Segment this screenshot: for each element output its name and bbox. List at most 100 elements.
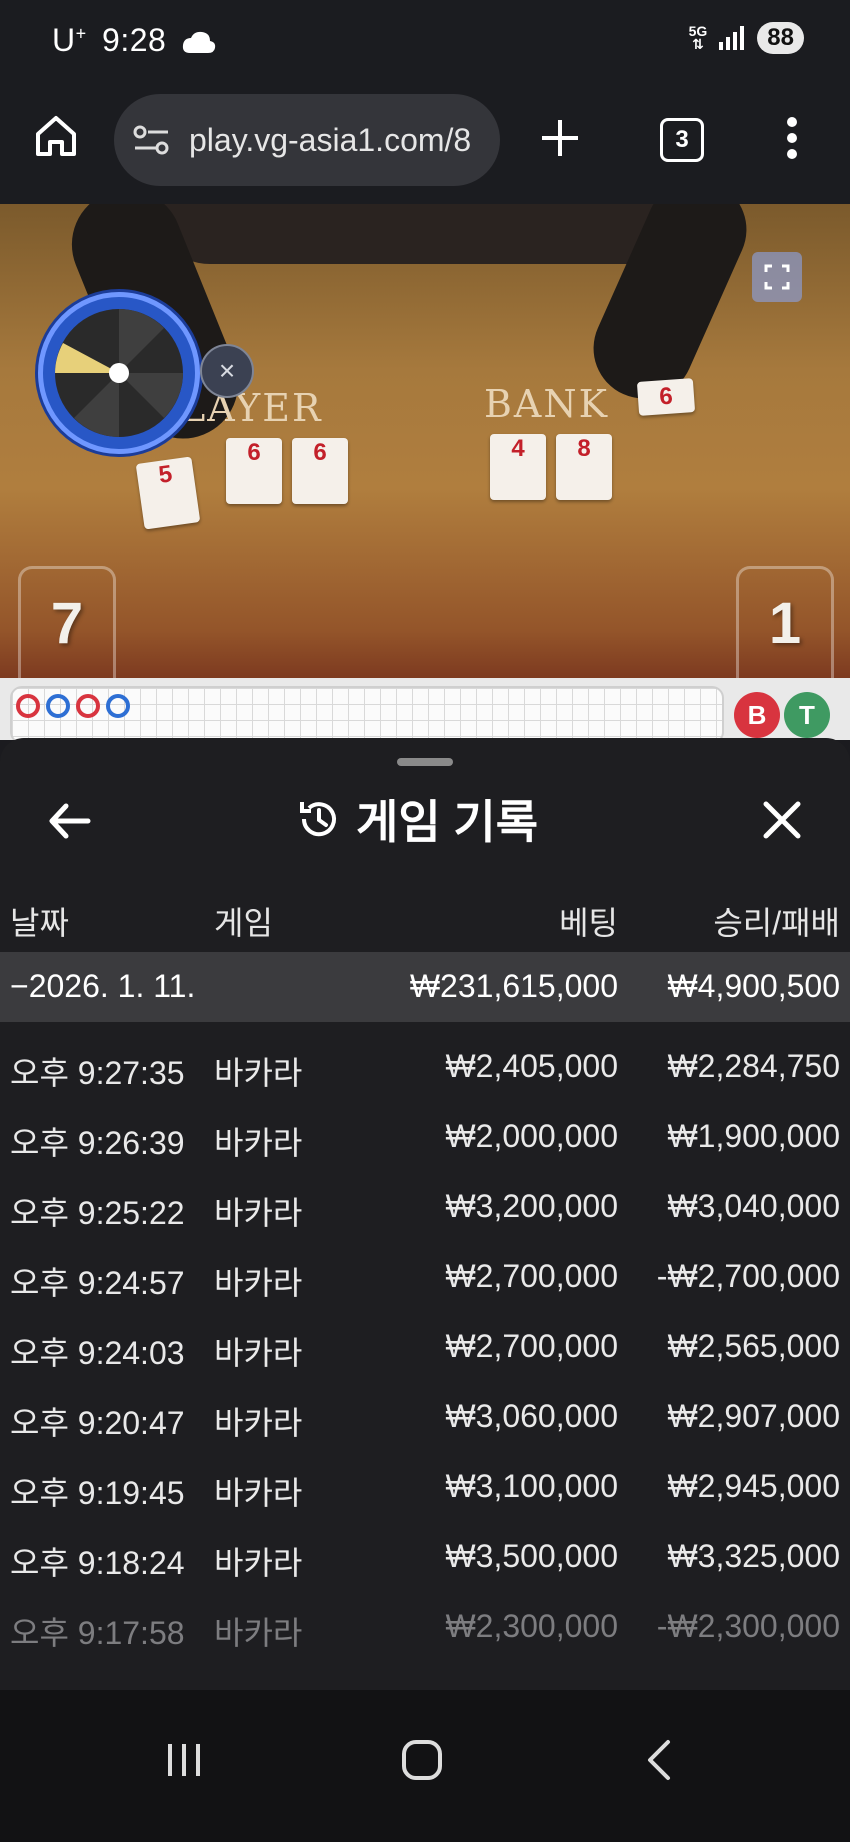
row-time: 오후 9:20:47 xyxy=(10,1405,185,1441)
date-group-winloss: ₩4,900,500 xyxy=(667,968,840,1004)
system-nav-bar xyxy=(0,1690,850,1842)
row-game: 바카라 xyxy=(214,1475,303,1511)
row-game: 바카라 xyxy=(214,1545,303,1581)
row-time: 오후 9:17:58 xyxy=(10,1615,185,1651)
banker-score: 1 xyxy=(736,566,834,678)
new-tab-icon[interactable] xyxy=(540,118,580,158)
wheel-icon xyxy=(55,309,183,437)
carrier-sup: + xyxy=(75,23,87,44)
banker-area-label: BANK xyxy=(484,382,610,426)
row-winloss: -₩2,700,000 xyxy=(656,1258,840,1294)
recent-apps-icon[interactable] xyxy=(164,1740,204,1780)
site-settings-icon[interactable] xyxy=(132,122,172,158)
row-bet: ₩3,100,000 xyxy=(445,1468,618,1504)
col-bet: 베팅 xyxy=(559,905,618,941)
bonus-wheel[interactable] xyxy=(38,292,200,454)
row-game: 바카라 xyxy=(214,1335,303,1371)
sheet-title: 게임 기록 xyxy=(296,786,538,852)
banker-road-button[interactable]: B xyxy=(734,692,780,738)
row-bet: ₩2,000,000 xyxy=(445,1118,618,1154)
table-row[interactable]: 오후 9:25:22 바카라 ₩3,200,000 ₩3,040,000 xyxy=(0,1172,850,1242)
row-winloss: ₩3,040,000 xyxy=(667,1188,840,1224)
row-game: 바카라 xyxy=(214,1195,303,1231)
player-card: 6 xyxy=(292,438,348,504)
address-bar[interactable]: play.vg-asia1.com/8 xyxy=(114,94,500,186)
close-icon[interactable] xyxy=(754,792,810,848)
road-marker xyxy=(76,694,100,718)
row-time: 오후 9:26:39 xyxy=(10,1125,185,1161)
clock: 9:28 xyxy=(102,22,167,58)
row-time: 오후 9:27:35 xyxy=(10,1055,185,1091)
player-area-label: LAYER xyxy=(180,386,323,430)
player-score: 7 xyxy=(18,566,116,678)
live-video[interactable]: LAYER BANK 5 6 6 4 8 6 7 1 × xyxy=(0,204,850,678)
home-icon[interactable] xyxy=(34,114,78,158)
table-row[interactable]: 오후 9:19:45 바카라 ₩3,100,000 ₩2,945,000 xyxy=(0,1452,850,1522)
row-time: 오후 9:24:57 xyxy=(10,1265,185,1301)
date-group-label: −2026. 1. 11. xyxy=(10,968,196,1004)
tab-count: 3 xyxy=(675,126,689,153)
date-group-row[interactable]: −2026. 1. 11. ₩231,615,000 ₩4,900,500 xyxy=(0,952,850,1022)
back-nav-icon[interactable] xyxy=(644,1738,674,1782)
history-icon xyxy=(300,802,336,837)
more-menu-icon[interactable] xyxy=(784,116,800,160)
table-row[interactable]: 오후 9:18:24 바카라 ₩3,500,000 ₩3,325,000 xyxy=(0,1522,850,1592)
row-game: 바카라 xyxy=(214,1055,303,1091)
row-winloss: ₩2,284,750 xyxy=(667,1048,840,1084)
row-bet: ₩3,060,000 xyxy=(445,1398,618,1434)
banker-card: 6 xyxy=(636,378,696,416)
col-game: 게임 xyxy=(214,905,273,941)
sheet-grabber[interactable] xyxy=(397,758,453,766)
url-text[interactable]: play.vg-asia1.com/8 xyxy=(189,122,471,159)
table-row[interactable]: 오후 9:26:39 바카라 ₩2,000,000 ₩1,900,000 xyxy=(0,1102,850,1172)
tie-road-button[interactable]: T xyxy=(784,692,830,738)
signal-icon xyxy=(719,26,745,50)
road-marker xyxy=(16,694,40,718)
table-row[interactable]: 오후 9:20:47 바카라 ₩3,060,000 ₩2,907,000 xyxy=(0,1382,850,1452)
row-time: 오후 9:25:22 xyxy=(10,1195,185,1231)
tab-switcher-icon[interactable]: 3 xyxy=(660,118,704,162)
expand-icon[interactable] xyxy=(752,252,802,302)
table-row[interactable]: 오후 9:24:03 바카라 ₩2,700,000 ₩2,565,000 xyxy=(0,1312,850,1382)
table-header: 날짜 게임 베팅 승리/패배 xyxy=(0,884,850,952)
status-indicators: 5G ⇅ 88 xyxy=(689,22,804,54)
row-winloss: ₩1,900,000 xyxy=(667,1118,840,1154)
col-date: 날짜 xyxy=(10,905,69,941)
row-game: 바카라 xyxy=(214,1405,303,1441)
col-winloss: 승리/패배 xyxy=(713,905,840,941)
table-row[interactable]: 오후 9:17:58 바카라 ₩2,300,000 -₩2,300,000 xyxy=(0,1592,850,1662)
banker-card: 8 xyxy=(556,434,612,500)
battery-level: 88 xyxy=(757,22,804,54)
network-type: 5G ⇅ xyxy=(689,24,708,52)
row-time: 오후 9:24:03 xyxy=(10,1335,185,1371)
row-winloss: ₩2,907,000 xyxy=(667,1398,840,1434)
date-group-bet: ₩231,615,000 xyxy=(409,968,618,1004)
game-history-sheet: 게임 기록 날짜 게임 베팅 승리/패배 −2026. 1. 11. ₩231,… xyxy=(0,738,850,1690)
row-bet: ₩2,700,000 xyxy=(445,1258,618,1294)
road-grid xyxy=(10,686,724,740)
data-arrows-icon: ⇅ xyxy=(692,36,704,52)
row-game: 바카라 xyxy=(214,1125,303,1161)
table-row[interactable]: 오후 9:24:57 바카라 ₩2,700,000 -₩2,700,000 xyxy=(0,1242,850,1312)
row-bet: ₩3,500,000 xyxy=(445,1538,618,1574)
banker-card: 4 xyxy=(490,434,546,500)
status-carrier-time: U+ 9:28 xyxy=(52,22,216,59)
cloud-sync-icon xyxy=(182,31,215,53)
player-card: 5 xyxy=(135,456,201,530)
row-winloss: ₩3,325,000 xyxy=(667,1538,840,1574)
row-bet: ₩2,405,000 xyxy=(445,1048,618,1084)
close-wheel-button[interactable]: × xyxy=(200,344,254,398)
back-arrow-icon[interactable] xyxy=(44,796,94,846)
status-bar: U+ 9:28 5G ⇅ 88 xyxy=(0,0,850,86)
carrier-label: U xyxy=(52,22,76,58)
row-time: 오후 9:19:45 xyxy=(10,1475,185,1511)
roadmap-strip: B T xyxy=(0,678,850,740)
home-nav-icon[interactable] xyxy=(400,1738,444,1782)
sheet-title-text: 게임 기록 xyxy=(356,796,539,848)
row-time: 오후 9:18:24 xyxy=(10,1545,185,1581)
row-bet: ₩2,300,000 xyxy=(445,1608,618,1644)
row-bet: ₩3,200,000 xyxy=(445,1188,618,1224)
road-marker xyxy=(106,694,130,718)
table-row[interactable]: 오후 9:27:35 바카라 ₩2,405,000 ₩2,284,750 xyxy=(0,1032,850,1102)
row-game: 바카라 xyxy=(214,1265,303,1301)
